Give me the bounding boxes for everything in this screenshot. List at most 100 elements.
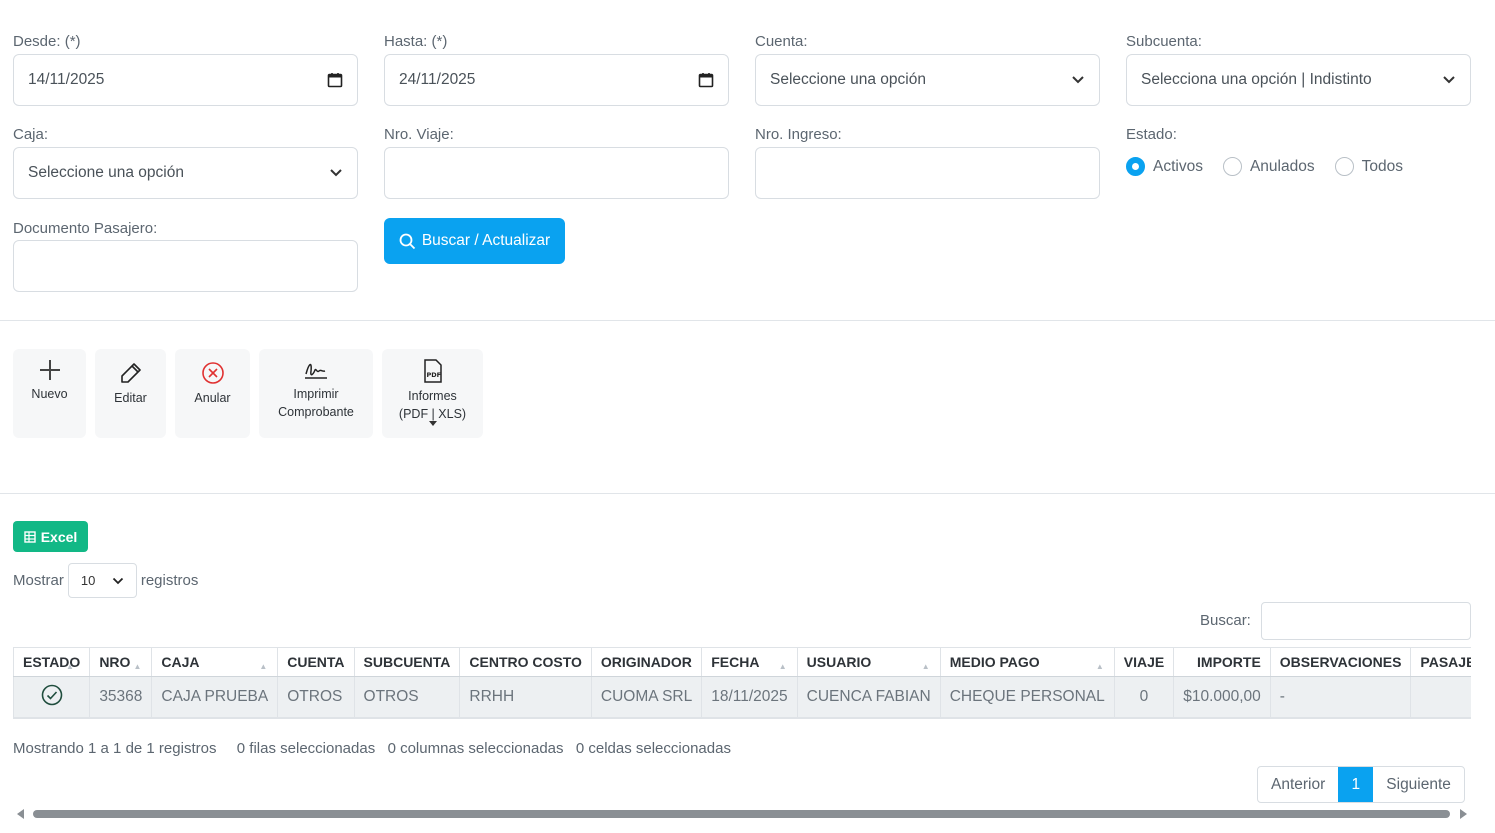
column-header-medio-pago[interactable]: MEDIO PAGO ▲ (939, 647, 1115, 677)
calendar-icon[interactable] (698, 72, 714, 88)
excel-button[interactable]: Excel (13, 521, 88, 552)
cell-nro: 35368 (89, 676, 153, 717)
pagination-page-1[interactable]: 1 (1338, 767, 1374, 802)
pagination-next[interactable]: Siguiente (1373, 767, 1464, 802)
editar-label: Editar (114, 391, 147, 405)
hasta-value: 24/11/2025 (399, 71, 476, 88)
data-table: ESTADO ▲ NRO ▲ CAJA ▲ CUENTA SUBCUENTA CENT… (13, 647, 1471, 717)
radio-label: Activos (1153, 157, 1203, 175)
scroll-left-arrow-icon[interactable] (17, 809, 24, 819)
calendar-icon[interactable] (327, 72, 343, 88)
search-button[interactable]: Buscar / Actualizar (384, 218, 565, 264)
anular-label: Anular (194, 391, 231, 405)
editar-button[interactable]: Editar (95, 349, 166, 438)
column-header-observaciones[interactable]: OBSERVACIONES (1269, 647, 1412, 677)
informes-label-1: Informes (408, 389, 457, 403)
radio-circle[interactable] (1334, 157, 1354, 176)
cell-medio-pago: CHEQUE PERSONAL (939, 676, 1115, 717)
table-search-input[interactable] (1261, 602, 1471, 640)
column-header-pasajero[interactable]: PASAJERO (1410, 647, 1471, 677)
nro-ingreso-input[interactable] (755, 147, 1100, 199)
desde-date-input[interactable]: 14/11/2025 (13, 54, 358, 106)
column-header-caja[interactable]: CAJA ▲ (151, 647, 279, 677)
estado-label: Estado: (1126, 126, 1177, 143)
table-row[interactable]: 35368 CAJA PRUEBA OTROS OTROS RRHH CUOMA… (13, 676, 1471, 717)
radio-circle[interactable] (1222, 157, 1242, 176)
cell-centro-costo: RRHH (459, 676, 592, 717)
imprimir-label-2: Comprobante (278, 405, 354, 419)
column-header-nro[interactable]: NRO ▲ (89, 647, 153, 677)
radio-label: Anulados (1249, 157, 1315, 175)
column-header-cuenta[interactable]: CUENTA (277, 647, 355, 677)
caret-down-icon (428, 421, 437, 426)
imprimir-label-1: Imprimir (293, 387, 339, 401)
table-header-row: ESTADO ▲ NRO ▲ CAJA ▲ CUENTA SUBCUENTA CENT… (13, 647, 1471, 677)
cell-observaciones: - (1269, 676, 1412, 717)
page-size-value: 10 (80, 573, 96, 588)
signature-icon (305, 363, 327, 379)
estado-radio-group: Activos Anulados Todos (1126, 157, 1423, 176)
search-button-label: Buscar / Actualizar (421, 232, 551, 249)
cell-estado (13, 676, 91, 717)
anular-button[interactable]: Anular (175, 349, 250, 438)
radio-todos[interactable]: Todos (1334, 157, 1403, 176)
radio-label: Todos (1361, 157, 1403, 175)
data-table-wrapper: ESTADO ▲ NRO ▲ CAJA ▲ CUENTA SUBCUENTA CENT… (13, 647, 1471, 719)
column-header-centro-costo[interactable]: CENTRO COSTO (459, 647, 592, 677)
hasta-label: Hasta: (*) (384, 33, 448, 50)
cell-cuenta: OTROS (277, 676, 355, 717)
selected-cells-info: 0 celdas seleccionadas (575, 740, 731, 757)
nro-viaje-input[interactable] (384, 147, 729, 199)
cell-importe: $10.000,00 (1173, 676, 1271, 717)
horizontal-scrollbar[interactable] (13, 807, 1471, 821)
column-header-importe[interactable]: IMPORTE (1173, 647, 1271, 677)
desde-value: 14/11/2025 (28, 71, 105, 88)
cell-originador: CUOMA SRL (590, 676, 703, 717)
documento-input[interactable] (13, 240, 358, 292)
scrollbar-thumb[interactable] (33, 810, 1450, 818)
pdf-file-icon: PDF (423, 359, 442, 383)
column-header-estado[interactable]: ESTADO ▲ (13, 647, 91, 677)
pencil-icon (120, 363, 141, 383)
subcuenta-select[interactable]: Selecciona una opción | Indistinto (1126, 54, 1471, 106)
table-info: Mostrando 1 a 1 de 1 registros 0 filas s… (13, 740, 731, 757)
divider (0, 493, 1495, 494)
column-header-fecha[interactable]: FECHA ▲ (701, 647, 798, 677)
caja-select[interactable]: Seleccione una opción (13, 147, 358, 199)
radio-circle[interactable] (1126, 157, 1145, 176)
spreadsheet-icon (24, 530, 36, 543)
buscar-label: Buscar: (1200, 612, 1251, 629)
nuevo-button[interactable]: Nuevo (13, 349, 86, 438)
desde-label: Desde: (*) (13, 33, 81, 50)
imprimir-comprobante-button[interactable]: Imprimir Comprobante (259, 349, 373, 438)
caja-value: Seleccione una opción (28, 164, 184, 181)
page-size-control: Mostrar 10 registros (13, 563, 198, 598)
svg-text:PDF: PDF (426, 371, 441, 379)
selected-columns-info: 0 columnas seleccionadas (387, 740, 564, 757)
cuenta-label: Cuenta: (755, 33, 808, 50)
cell-fecha: 18/11/2025 (701, 676, 798, 717)
subcuenta-label: Subcuenta: (1126, 33, 1202, 50)
hasta-date-input[interactable]: 24/11/2025 (384, 54, 729, 106)
subcuenta-value: Selecciona una opción | Indistinto (1141, 71, 1372, 88)
nro-ingreso-label: Nro. Ingreso: (755, 126, 842, 143)
pagination-previous[interactable]: Anterior (1258, 767, 1338, 802)
plus-icon (39, 360, 60, 380)
radio-anulados[interactable]: Anulados (1222, 157, 1315, 176)
radio-activos[interactable]: Activos (1126, 157, 1203, 176)
cell-viaje: 0 (1113, 676, 1175, 717)
column-header-originador[interactable]: ORIGINADOR (590, 647, 703, 677)
column-header-viaje[interactable]: VIAJE (1113, 647, 1175, 677)
cuenta-select[interactable]: Seleccione una opción (755, 54, 1100, 106)
column-header-subcuenta[interactable]: SUBCUENTA (353, 647, 461, 677)
chevron-down-icon (1072, 76, 1084, 84)
divider (0, 320, 1495, 321)
column-header-usuario[interactable]: USUARIO ▲ (796, 647, 941, 677)
records-info: Mostrando 1 a 1 de 1 registros (13, 740, 217, 757)
scroll-right-arrow-icon[interactable] (1460, 809, 1467, 819)
cancel-circle-icon (201, 362, 224, 384)
page-size-select[interactable]: 10 (67, 563, 137, 598)
chevron-down-icon (330, 169, 342, 177)
nro-viaje-label: Nro. Viaje: (384, 126, 454, 143)
informes-dropdown-button[interactable]: PDF Informes (PDF | XLS) (382, 349, 483, 438)
